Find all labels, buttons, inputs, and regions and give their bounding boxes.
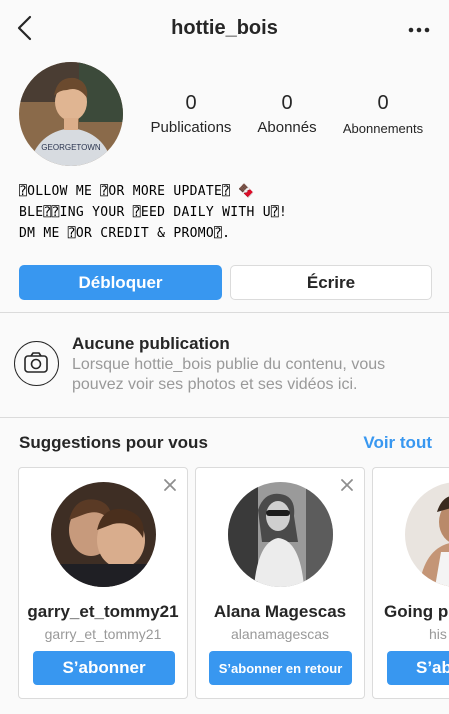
posts-count: 0: [185, 92, 197, 114]
follow-button[interactable]: S’ab: [387, 651, 449, 685]
top-bar: hottie_bois: [0, 0, 449, 58]
bio-line: BLE⍰⍰ING YOUR ⍰EED DAILY WITH U⍰!: [19, 205, 288, 220]
bio-line: ⍰OLLOW ME ⍰OR MORE UPDATE⍰ 🍫: [19, 184, 255, 199]
empty-state-title: Aucune publication: [72, 334, 230, 353]
suggestion-handle: alanamagescas: [230, 626, 330, 642]
bio-line: DM ME ⍰OR CREDIT & PROMO⍰.: [19, 226, 231, 241]
suggestion-name[interactable]: Going pr: [384, 602, 449, 622]
suggestion-avatar[interactable]: [51, 482, 156, 587]
unblock-button[interactable]: Débloquer: [19, 265, 222, 300]
svg-text:GEORGETOWN: GEORGETOWN: [41, 143, 101, 152]
close-icon[interactable]: [161, 476, 179, 494]
camera-icon: [14, 341, 59, 386]
followers-count: 0: [281, 92, 293, 114]
profile-username-title: hottie_bois: [171, 17, 278, 39]
suggestion-card[interactable]: Going pr his S’ab: [372, 467, 449, 699]
posts-label: Publications: [150, 119, 232, 136]
followers-label: Abonnés: [257, 119, 317, 136]
profile-avatar[interactable]: GEORGETOWN: [19, 62, 123, 166]
close-icon[interactable]: [338, 476, 356, 494]
suggestion-handle: garry_et_tommy21: [44, 626, 162, 642]
following-label: Abonnements: [342, 121, 424, 136]
divider: [0, 312, 449, 313]
suggestions-title: Suggestions pour vous: [19, 433, 208, 452]
following-count: 0: [377, 92, 389, 114]
suggestion-card[interactable]: Alana Magescas alanamagescas S’abonner e…: [195, 467, 365, 699]
posts-stat[interactable]: 0 Publications: [147, 92, 235, 136]
more-options-icon[interactable]: [405, 16, 433, 44]
see-all-link[interactable]: Voir tout: [363, 433, 432, 453]
profile-bio: ⍰OLLOW ME ⍰OR MORE UPDATE⍰ 🍫 BLE⍰⍰ING YO…: [19, 181, 439, 244]
suggestion-handle: his: [429, 626, 447, 642]
divider: [0, 417, 449, 418]
followers-stat[interactable]: 0 Abonnés: [250, 92, 324, 136]
follow-button[interactable]: S’abonner: [33, 651, 175, 685]
suggestion-name[interactable]: garry_et_tommy21: [19, 602, 187, 622]
suggestion-name[interactable]: Alana Magescas: [196, 602, 364, 622]
empty-state-description: Lorsque hottie_bois publie du contenu, v…: [72, 356, 386, 393]
message-button[interactable]: Écrire: [230, 265, 432, 300]
follow-back-button[interactable]: S’abonner en retour: [209, 651, 352, 685]
suggestion-card[interactable]: garry_et_tommy21 garry_et_tommy21 S’abon…: [18, 467, 188, 699]
suggestion-avatar[interactable]: [405, 482, 449, 587]
following-stat[interactable]: 0 Abonnements: [338, 92, 428, 136]
suggestion-avatar[interactable]: [228, 482, 333, 587]
